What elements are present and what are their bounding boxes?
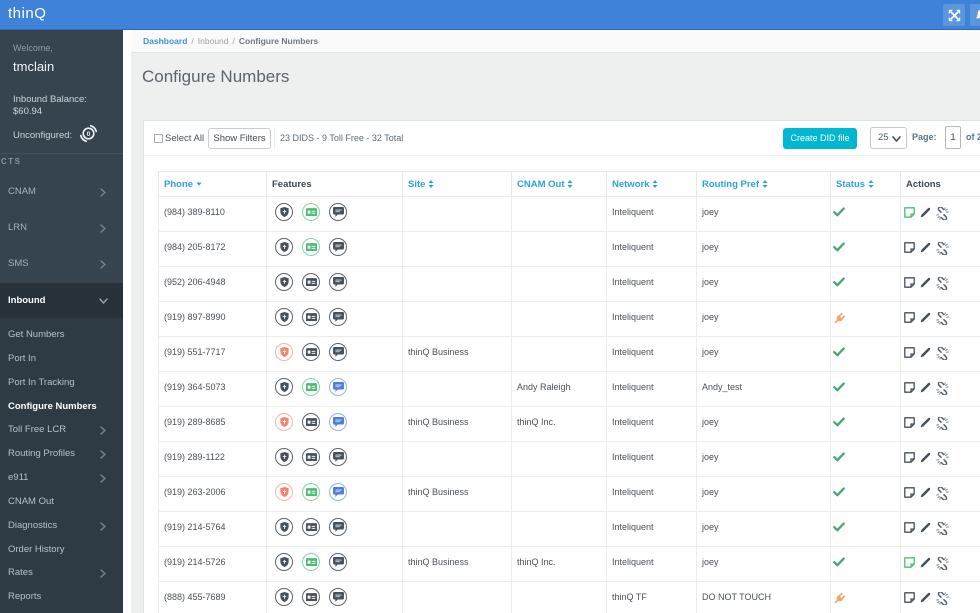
svg-text:0: 0 <box>87 131 91 138</box>
